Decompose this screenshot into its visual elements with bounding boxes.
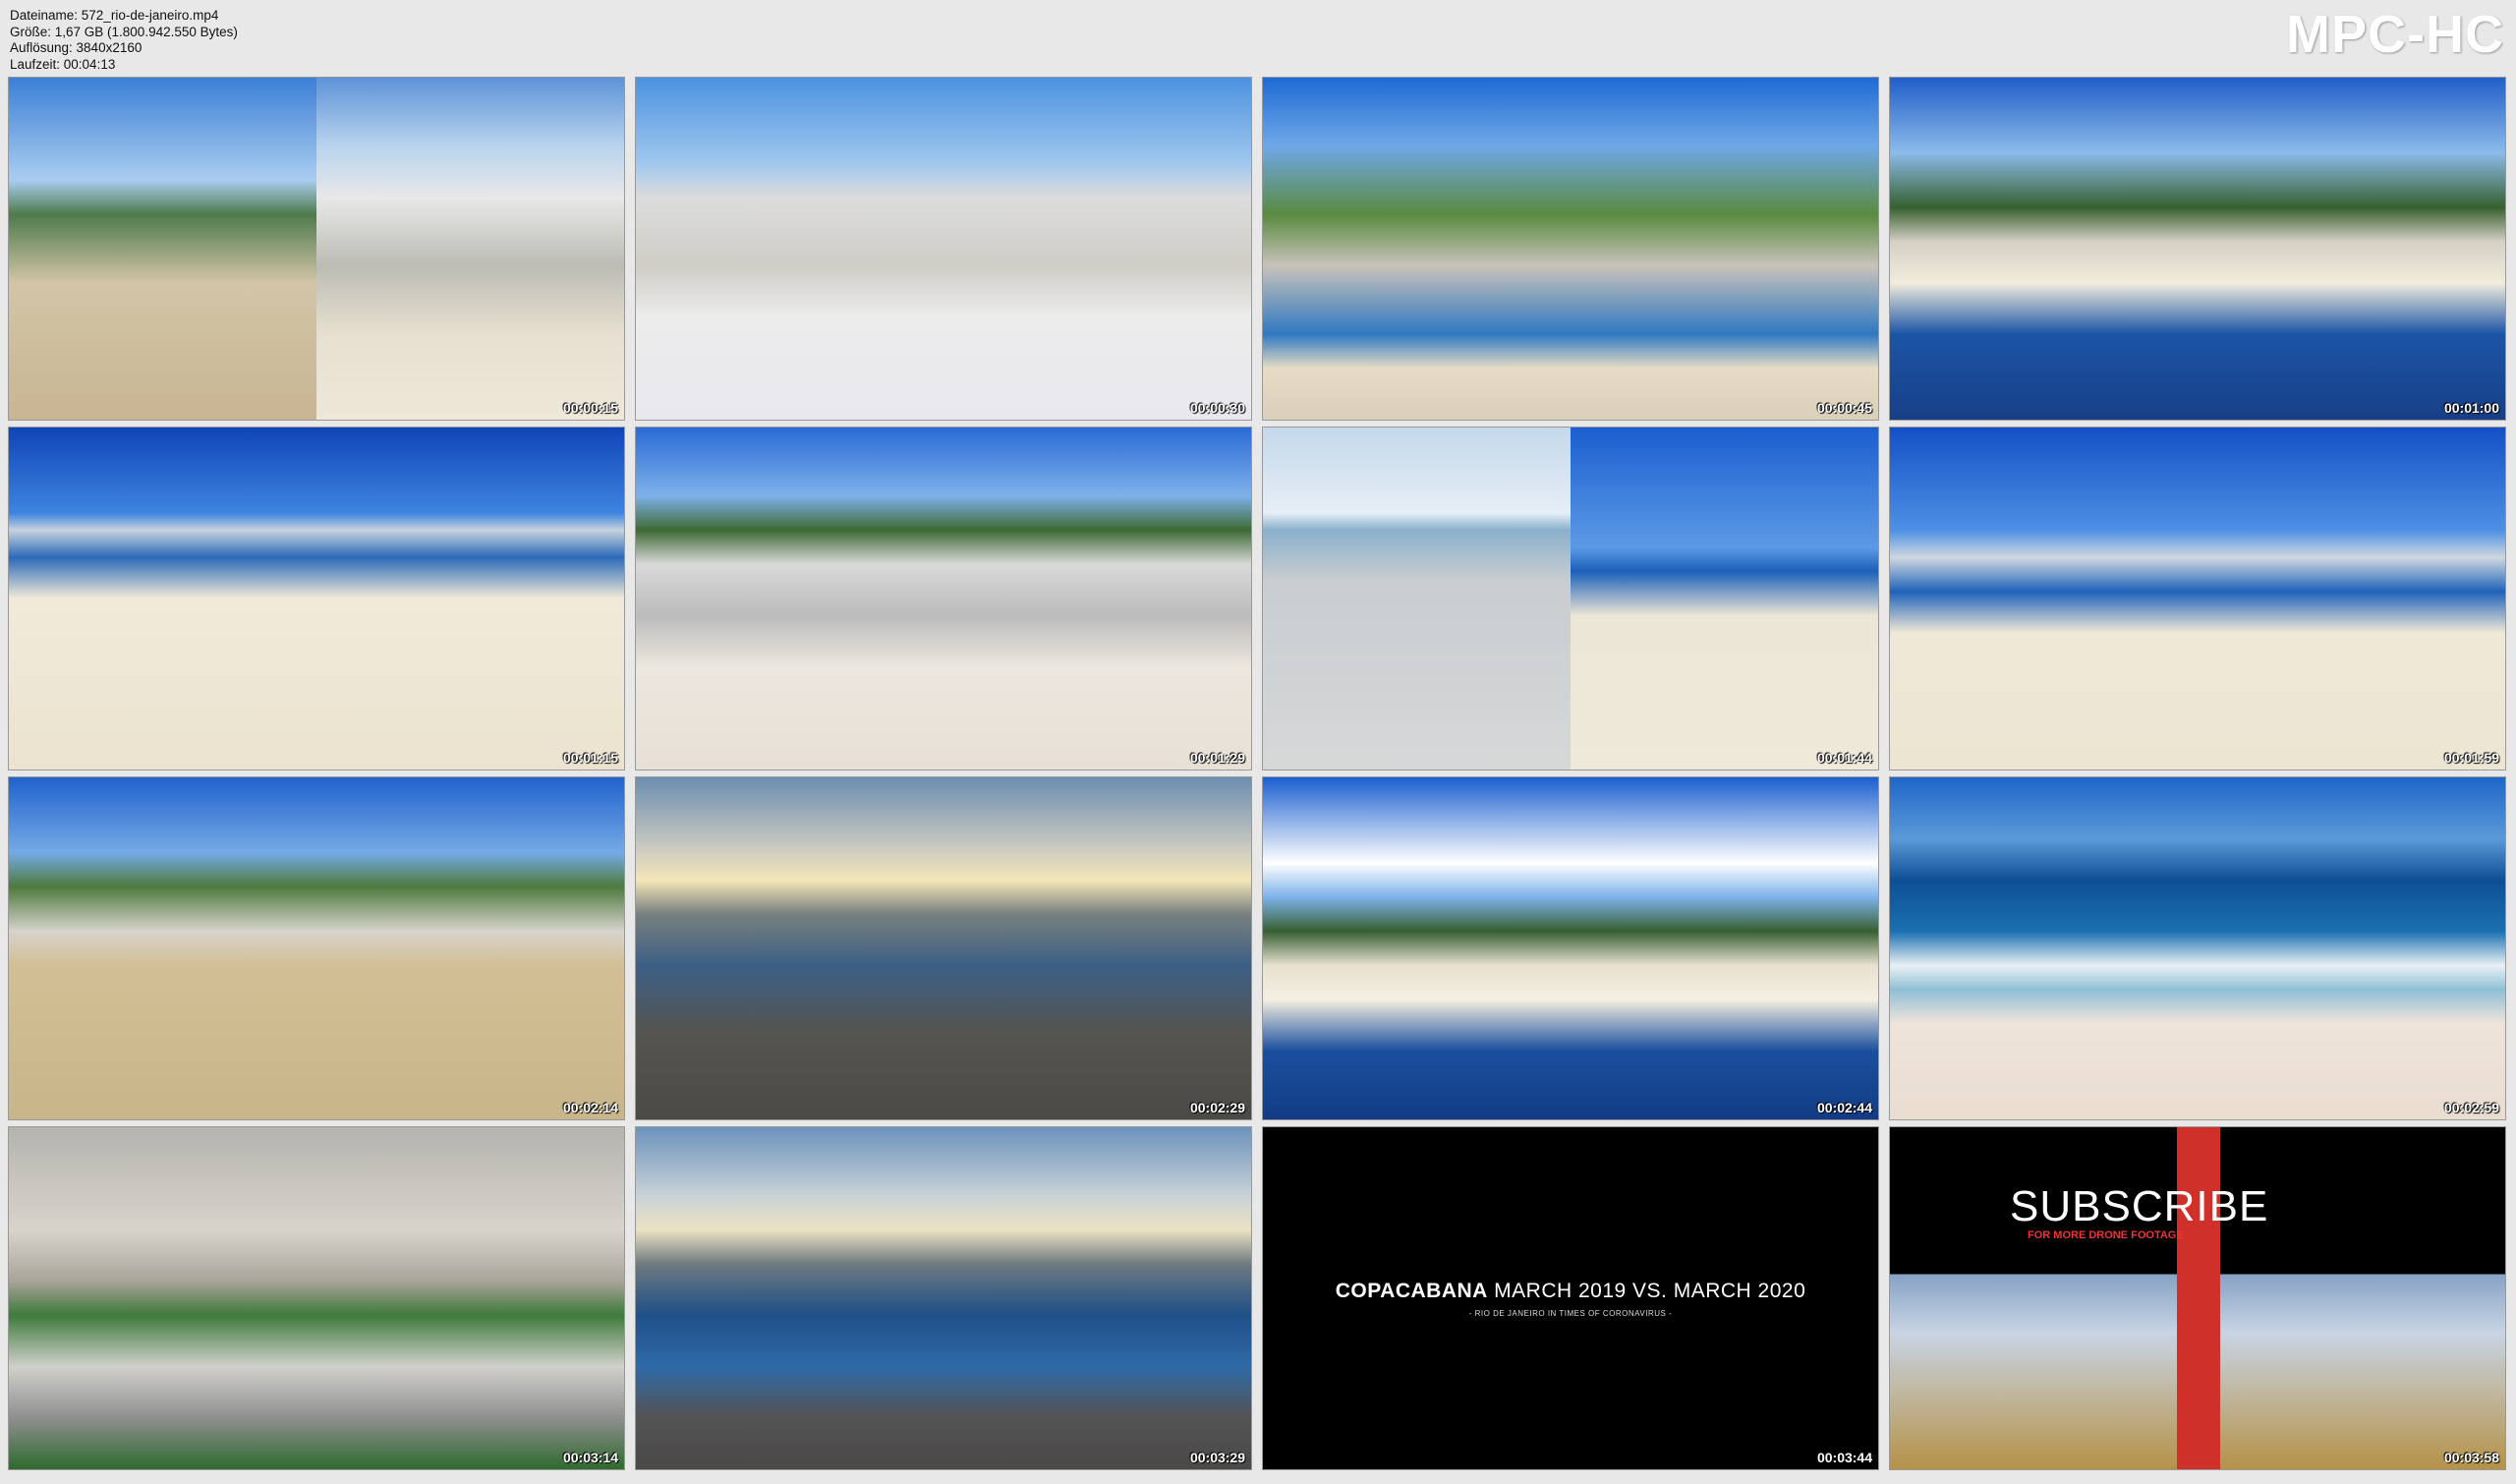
thumbnail-image: [9, 777, 624, 1119]
subscribe-accent-bar: [2177, 1127, 2220, 1469]
title-card-rest: MARCH 2019 VS. MARCH 2020: [1487, 1279, 1806, 1302]
timestamp: 00:03:58: [2443, 1450, 2499, 1465]
brand-logo: MPC-HC: [2286, 5, 2504, 64]
timestamp: 00:00:15: [562, 400, 618, 416]
thumbnail-image: [9, 78, 624, 420]
thumbnail: 00:01:29: [635, 427, 1252, 771]
timestamp: 00:01:59: [2443, 750, 2499, 766]
thumbnail: 00:00:30: [635, 77, 1252, 421]
thumbnail-image: [636, 1127, 1251, 1469]
thumbnail: 00:00:15: [8, 77, 625, 421]
thumbnail-image: [636, 78, 1251, 420]
title-card-subtitle: - RIO DE JANEIRO IN TIMES OF CORONAVIRUS…: [1468, 1308, 1673, 1318]
thumbnail: 00:01:15: [8, 427, 625, 771]
timestamp: 00:03:29: [1189, 1450, 1245, 1465]
file-info: Dateiname: 572_rio-de-janeiro.mp4 Größe:…: [10, 8, 238, 73]
thumbnail-image: [9, 1127, 624, 1469]
thumbnail: 00:02:59: [1889, 776, 2506, 1120]
title-card-heading: COPACABANA MARCH 2019 VS. MARCH 2020: [1336, 1280, 1806, 1303]
subscribe-tagline: FOR MORE DRONE FOOTAGE: [2028, 1229, 2184, 1241]
thumbnail-image: [636, 428, 1251, 770]
thumbnail-image: [1263, 78, 1878, 420]
title-card-bold: COPACABANA: [1335, 1279, 1488, 1302]
timestamp: 00:02:44: [1816, 1100, 1872, 1115]
thumbnail: 00:02:14: [8, 776, 625, 1120]
timestamp: 00:02:59: [2443, 1100, 2499, 1115]
resolution-line: Auflösung: 3840x2160: [10, 40, 143, 55]
timestamp: 00:01:15: [562, 750, 618, 766]
timestamp: 00:03:44: [1816, 1450, 1872, 1465]
timestamp: 00:01:00: [2443, 400, 2499, 416]
timestamp: 00:02:14: [562, 1100, 618, 1115]
thumbnail-image: [1890, 78, 2505, 420]
thumbnail: 00:03:29: [635, 1126, 1252, 1470]
thumbnail-image: [1263, 777, 1878, 1119]
thumbnail: COPACABANA MARCH 2019 VS. MARCH 2020 - R…: [1262, 1126, 1879, 1470]
thumbnail-image: [1263, 428, 1878, 770]
thumbnail: 00:02:44: [1262, 776, 1879, 1120]
thumbnail-image: [636, 777, 1251, 1119]
thumbnail: 00:00:45: [1262, 77, 1879, 421]
timestamp: 00:02:29: [1189, 1100, 1245, 1115]
timestamp: 00:03:14: [562, 1450, 618, 1465]
thumbnail: 00:02:29: [635, 776, 1252, 1120]
duration-line: Laufzeit: 00:04:13: [10, 56, 116, 72]
thumbnail: 00:01:59: [1889, 427, 2506, 771]
thumbnail-image: [1890, 777, 2505, 1119]
header: Dateiname: 572_rio-de-janeiro.mp4 Größe:…: [0, 0, 2516, 77]
thumbnail: SUBSCRIBE FOR MORE DRONE FOOTAGE 00:03:5…: [1889, 1126, 2506, 1470]
filename-line: Dateiname: 572_rio-de-janeiro.mp4: [10, 8, 219, 23]
subscribe-heading: SUBSCRIBE: [2010, 1182, 2269, 1230]
timestamp: 00:01:29: [1189, 750, 1245, 766]
thumbnail: 00:01:00: [1889, 77, 2506, 421]
thumbnail: 00:01:44: [1262, 427, 1879, 771]
thumbnail: 00:03:14: [8, 1126, 625, 1470]
thumbnail-image: [1890, 428, 2505, 770]
timestamp: 00:00:30: [1189, 400, 1245, 416]
size-line: Größe: 1,67 GB (1.800.942.550 Bytes): [10, 24, 238, 39]
thumbnail-image: [9, 428, 624, 770]
timestamp: 00:00:45: [1816, 400, 1872, 416]
thumbnail-grid: 00:00:15 00:00:30 00:00:45 00:01:00 00:0…: [8, 77, 2508, 1472]
timestamp: 00:01:44: [1816, 750, 1872, 766]
